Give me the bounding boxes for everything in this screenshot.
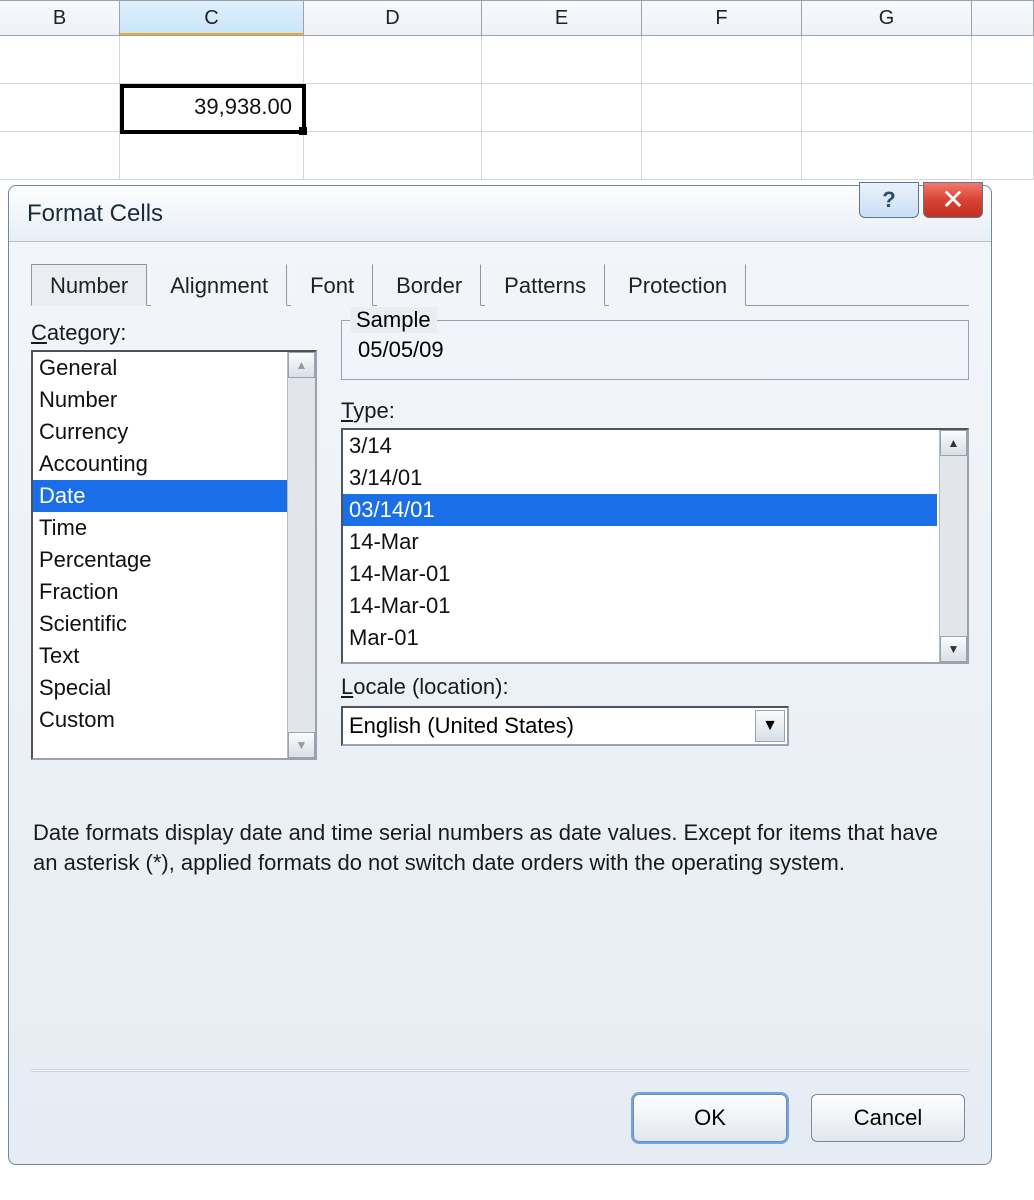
type-scrollbar[interactable]: ▲ ▼ [939, 430, 967, 662]
locale-label: Locale (location): [341, 674, 969, 700]
column-header-F[interactable]: F [642, 0, 802, 35]
cell[interactable] [304, 36, 482, 83]
column-header-E[interactable]: E [482, 0, 642, 35]
active-cell[interactable]: 39,938.00 [120, 84, 306, 134]
cell[interactable] [642, 132, 802, 179]
right-panel: Sample 05/05/09 Type: 3/14 3/14/01 03/14… [341, 320, 969, 760]
scroll-up-button[interactable]: ▲ [288, 352, 315, 378]
help-button[interactable]: ? [859, 182, 919, 218]
category-item-time[interactable]: Time [33, 512, 287, 544]
title-controls: ? ✕ [855, 182, 983, 218]
cell[interactable] [642, 84, 802, 131]
scroll-down-button[interactable]: ▼ [940, 636, 967, 662]
category-label: Category: [31, 320, 317, 346]
column-header-C[interactable]: C [120, 0, 304, 35]
help-icon: ? [882, 187, 895, 213]
category-item-general[interactable]: General [33, 352, 287, 384]
cell[interactable] [0, 132, 120, 179]
locale-value: English (United States) [349, 713, 574, 739]
triangle-down-icon: ▼ [296, 738, 308, 752]
category-item-date[interactable]: Date [33, 480, 287, 512]
tab-font[interactable]: Font [291, 264, 373, 306]
type-item[interactable]: Mar-01 [343, 622, 937, 654]
locale-dropdown-button[interactable]: ▼ [755, 710, 785, 742]
ok-button[interactable]: OK [633, 1094, 787, 1142]
type-listbox[interactable]: 3/14 3/14/01 03/14/01 14-Mar 14-Mar-01 1… [341, 428, 969, 664]
column-header-B[interactable]: B [0, 0, 120, 35]
number-tab-panel: Category: General Number Currency Accoun… [31, 320, 969, 760]
spreadsheet-row [0, 132, 1034, 180]
tab-protection[interactable]: Protection [609, 264, 746, 306]
category-item-scientific[interactable]: Scientific [33, 608, 287, 640]
cell[interactable] [120, 132, 304, 179]
type-item-selected[interactable]: 03/14/01 [343, 494, 937, 526]
type-label: Type: [341, 398, 969, 424]
column-header-D[interactable]: D [304, 0, 482, 35]
column-headers-row: B C D E F G [0, 0, 1034, 36]
format-cells-dialog: Format Cells ? ✕ Number Alignment Font B… [8, 185, 992, 1165]
cell[interactable] [972, 132, 1034, 179]
triangle-up-icon: ▲ [296, 358, 308, 372]
cell[interactable] [0, 84, 120, 131]
cell[interactable] [802, 36, 972, 83]
dialog-body: Number Alignment Font Border Patterns Pr… [9, 242, 991, 889]
format-description-text: Date formats display date and time seria… [31, 818, 969, 877]
dialog-button-row: OK Cancel [633, 1094, 965, 1142]
cell[interactable] [802, 132, 972, 179]
cell[interactable] [482, 36, 642, 83]
tab-border[interactable]: Border [377, 264, 481, 306]
triangle-down-icon: ▼ [762, 717, 778, 735]
column-header-G[interactable]: G [802, 0, 972, 35]
triangle-up-icon: ▲ [948, 436, 960, 450]
cell[interactable] [0, 36, 120, 83]
locale-combobox[interactable]: English (United States) ▼ [341, 706, 789, 746]
type-item[interactable]: 3/14 [343, 430, 937, 462]
cancel-button[interactable]: Cancel [811, 1094, 965, 1142]
column-header-next[interactable] [972, 0, 1034, 35]
category-listbox[interactable]: General Number Currency Accounting Date … [31, 350, 317, 760]
cell[interactable] [304, 132, 482, 179]
cell[interactable] [972, 36, 1034, 83]
cell[interactable] [304, 84, 482, 131]
tab-patterns[interactable]: Patterns [485, 264, 605, 306]
cell[interactable] [642, 36, 802, 83]
category-item-number[interactable]: Number [33, 384, 287, 416]
tab-number[interactable]: Number [31, 264, 147, 306]
cell[interactable] [120, 36, 304, 83]
spreadsheet-grid: B C D E F G 39,938.00 [0, 0, 1034, 180]
cell[interactable] [802, 84, 972, 131]
category-item-currency[interactable]: Currency [33, 416, 287, 448]
category-item-fraction[interactable]: Fraction [33, 576, 287, 608]
category-item-custom[interactable]: Custom [33, 704, 287, 736]
category-scrollbar[interactable]: ▲ ▼ [287, 352, 315, 758]
type-item[interactable]: 14-Mar-01 [343, 558, 937, 590]
type-item[interactable]: 14-Mar [343, 526, 937, 558]
category-item-special[interactable]: Special [33, 672, 287, 704]
cell[interactable] [482, 132, 642, 179]
tab-alignment[interactable]: Alignment [151, 264, 287, 306]
close-button[interactable]: ✕ [923, 182, 983, 218]
spreadsheet-row [0, 36, 1034, 84]
category-item-percentage[interactable]: Percentage [33, 544, 287, 576]
dialog-tabs: Number Alignment Font Border Patterns Pr… [31, 260, 969, 306]
scroll-up-button[interactable]: ▲ [940, 430, 967, 456]
cell[interactable] [482, 84, 642, 131]
cell[interactable] [972, 84, 1034, 131]
type-item[interactable]: 14-Mar-01 [343, 590, 937, 622]
sample-group: Sample 05/05/09 [341, 320, 969, 380]
sample-value: 05/05/09 [354, 331, 956, 363]
category-item-text[interactable]: Text [33, 640, 287, 672]
dialog-title: Format Cells [27, 200, 163, 228]
category-section: Category: General Number Currency Accoun… [31, 320, 317, 760]
dialog-titlebar[interactable]: Format Cells ? ✕ [9, 186, 991, 242]
button-divider [31, 1069, 969, 1072]
triangle-down-icon: ▼ [948, 642, 960, 656]
type-item[interactable]: 3/14/01 [343, 462, 937, 494]
close-icon: ✕ [941, 186, 964, 214]
scroll-down-button[interactable]: ▼ [288, 732, 315, 758]
sample-label: Sample [350, 307, 437, 333]
category-item-accounting[interactable]: Accounting [33, 448, 287, 480]
